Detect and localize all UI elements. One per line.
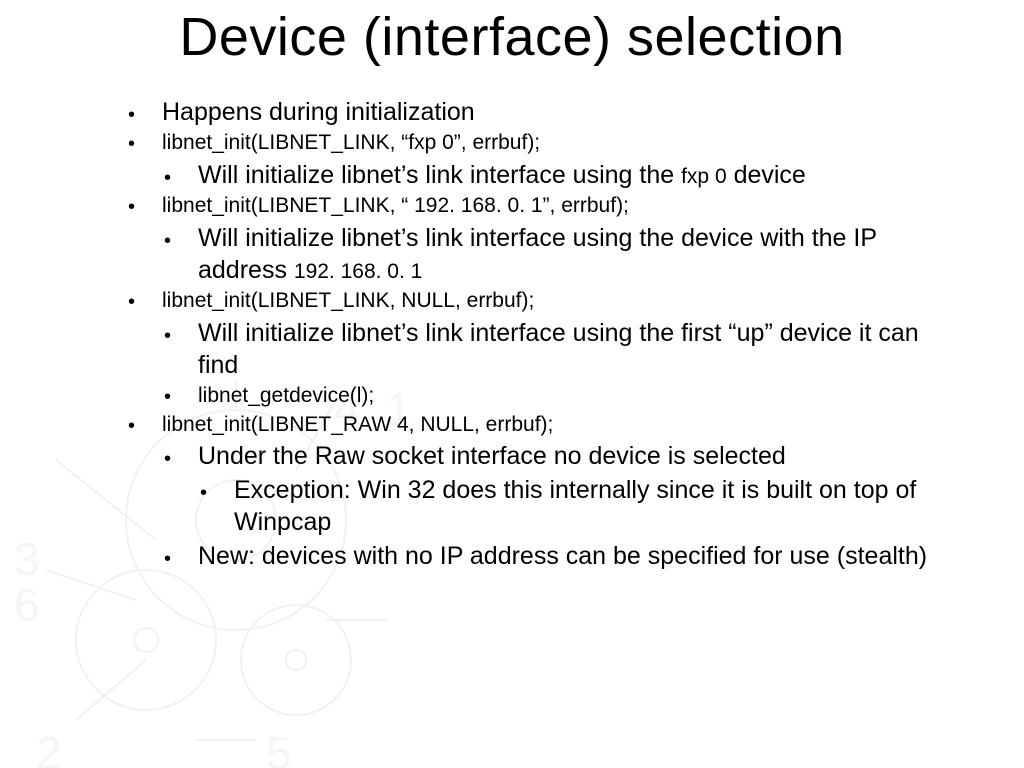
bullet-l1: libnet_init(LIBNET_RAW 4, NULL, errbuf); [128, 412, 964, 439]
text-fragment: Will initialize libnet’s link interface … [198, 161, 681, 189]
bullet-l1: libnet_init(LIBNET_LINK, NULL, errbuf); [128, 288, 964, 315]
bullet-text: libnet_getdevice(l); [198, 383, 964, 410]
bullet-l3: Exception: Win 32 does this internally s… [200, 474, 964, 538]
bullet-icon [128, 288, 162, 315]
slide-body: Happens during initialization libnet_ini… [128, 96, 964, 574]
bullet-l2: Under the Raw socket interface no device… [164, 440, 964, 472]
bullet-icon [164, 317, 198, 381]
bullet-icon [164, 159, 198, 191]
slide-title: Device (interface) selection [0, 6, 1024, 68]
bullet-icon [164, 222, 198, 286]
bullet-l1: Happens during initialization [128, 96, 964, 128]
bullet-l1: libnet_init(LIBNET_LINK, “fxp 0”, errbuf… [128, 130, 964, 157]
bullet-l2: Will initialize libnet’s link interface … [164, 159, 964, 191]
bullet-text: libnet_init(LIBNET_RAW 4, NULL, errbuf); [162, 412, 964, 439]
wm-number-3: 3 [14, 532, 40, 586]
bullet-l1: libnet_init(LIBNET_LINK, “ 192. 168. 0. … [128, 193, 964, 220]
bullet-text: Under the Raw socket interface no device… [198, 440, 964, 472]
bullet-text: Exception: Win 32 does this internally s… [234, 474, 964, 538]
bullet-icon [128, 96, 162, 128]
text-fragment: device [727, 161, 806, 189]
bullet-icon [128, 193, 162, 220]
bullet-l2: Will initialize libnet’s link interface … [164, 317, 964, 381]
bullet-text: libnet_init(LIBNET_LINK, “ 192. 168. 0. … [162, 193, 964, 220]
bullet-icon [128, 130, 162, 157]
bullet-text: Will initialize libnet’s link interface … [198, 222, 964, 286]
bullet-text: Will initialize libnet’s link interface … [198, 317, 964, 381]
bullet-l2: Will initialize libnet’s link interface … [164, 222, 964, 286]
bullet-icon [200, 474, 234, 538]
bullet-icon [164, 540, 198, 572]
bullet-text: New: devices with no IP address can be s… [198, 540, 964, 572]
bullet-icon [128, 412, 162, 439]
bullet-text: Happens during initialization [162, 96, 964, 128]
bullet-icon [164, 440, 198, 472]
bullet-l2: libnet_getdevice(l); [164, 383, 964, 410]
bullet-l2: New: devices with no IP address can be s… [164, 540, 964, 572]
code-fragment: 192. 168. 0. 1 [294, 260, 422, 283]
wm-number-5: 5 [266, 726, 292, 768]
bullet-text: Will initialize libnet’s link interface … [198, 159, 964, 191]
bullet-text: libnet_init(LIBNET_LINK, NULL, errbuf); [162, 288, 964, 315]
wm-number-6: 6 [14, 578, 40, 632]
bullet-icon [164, 383, 198, 410]
code-fragment: fxp 0 [681, 165, 727, 188]
bullet-text: libnet_init(LIBNET_LINK, “fxp 0”, errbuf… [162, 130, 964, 157]
wm-number-2: 2 [36, 726, 62, 768]
